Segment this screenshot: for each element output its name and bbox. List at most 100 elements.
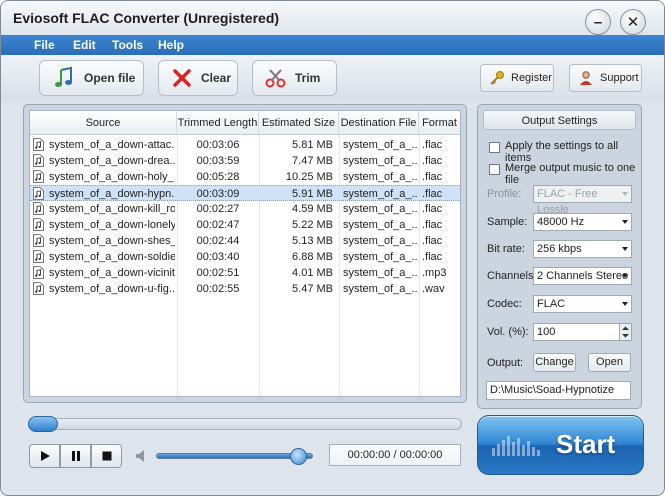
- play-button[interactable]: [29, 444, 60, 468]
- table-row[interactable]: system_of_a_down-kill_ro... 00:02:27 4.59 …: [30, 201, 460, 217]
- audio-file-icon: [33, 138, 44, 151]
- destination-cell: system_of_a_...: [343, 171, 417, 183]
- audio-file-icon: [33, 218, 44, 231]
- table-row[interactable]: system_of_a_down-hypn... 00:03:09 5.91 MB s…: [30, 185, 460, 201]
- column-destination-file[interactable]: Destination File: [339, 111, 419, 135]
- table-header: Source Trimmed Length Estimated Size Des…: [30, 111, 460, 135]
- length-cell: 00:03:06: [196, 139, 240, 151]
- format-cell: .flac: [422, 188, 443, 200]
- table-row[interactable]: system_of_a_down-soldie... 00:03:40 6.88 M…: [30, 249, 460, 265]
- file-table[interactable]: Source Trimmed Length Estimated Size Des…: [29, 110, 461, 397]
- merge-checkbox[interactable]: [489, 164, 500, 175]
- codec-select[interactable]: FLAC: [533, 295, 632, 313]
- format-cell: .flac: [422, 171, 443, 183]
- table-row[interactable]: system_of_a_down-shes_... 00:02:44 5.13 MB…: [30, 233, 460, 249]
- start-button[interactable]: Start: [477, 415, 644, 475]
- audio-file-icon: [33, 170, 44, 183]
- destination-cell: system_of_a_...: [343, 139, 417, 151]
- table-row[interactable]: system_of_a_down-drea... 00:03:59 7.47 MB s…: [30, 153, 460, 169]
- file-list-panel: Source Trimmed Length Estimated Size Des…: [23, 104, 467, 403]
- destination-cell: system_of_a_...: [343, 155, 417, 167]
- volume-slider[interactable]: [156, 448, 313, 465]
- size-cell: 6.88 MB: [292, 251, 333, 263]
- size-cell: 5.47 MB: [292, 283, 333, 295]
- format-cell: .flac: [422, 203, 443, 215]
- table-row[interactable]: system_of_a_down-holy_... 00:05:28 10.25 M…: [30, 169, 460, 185]
- audio-file-icon: [33, 234, 44, 247]
- play-icon: [40, 451, 50, 461]
- size-cell: 10.25 MB: [285, 171, 333, 183]
- length-cell: 00:02:27: [196, 203, 240, 215]
- length-cell: 00:03:09: [196, 188, 240, 200]
- window-title: Eviosoft FLAC Converter (Unregistered): [13, 10, 280, 26]
- source-cell: system_of_a_down-lonely...: [49, 219, 175, 231]
- menu-help[interactable]: Help: [158, 38, 184, 52]
- destination-cell: system_of_a_...: [343, 203, 417, 215]
- table-row[interactable]: system_of_a_down-attac... 00:03:06 5.81 MB…: [30, 137, 460, 153]
- clear-button[interactable]: Clear: [158, 60, 238, 96]
- size-cell: 5.22 MB: [292, 219, 333, 231]
- source-cell: system_of_a_down-drea...: [49, 155, 175, 167]
- size-cell: 5.81 MB: [292, 139, 333, 151]
- close-button[interactable]: ✕: [620, 9, 646, 35]
- source-cell: system_of_a_down-soldie...: [49, 251, 175, 263]
- trim-button[interactable]: Trim: [252, 60, 337, 96]
- length-cell: 00:02:51: [196, 267, 240, 279]
- app-window: Eviosoft FLAC Converter (Unregistered) –…: [0, 0, 665, 496]
- chevron-down-icon: [622, 302, 628, 306]
- table-row[interactable]: system_of_a_down-vicinit... 00:02:51 4.01 …: [30, 265, 460, 281]
- size-cell: 7.47 MB: [292, 155, 333, 167]
- destination-cell: system_of_a_...: [343, 283, 417, 295]
- format-cell: .flac: [422, 139, 443, 151]
- size-cell: 4.01 MB: [292, 267, 333, 279]
- menu-file[interactable]: File: [34, 38, 55, 52]
- register-button[interactable]: Register: [480, 64, 554, 92]
- source-cell: system_of_a_down-holy_...: [49, 171, 175, 183]
- audio-file-icon: [33, 250, 44, 263]
- source-cell: system_of_a_down-hypn...: [49, 188, 175, 200]
- stop-icon: [102, 451, 111, 461]
- length-cell: 00:02:44: [196, 235, 240, 247]
- open-output-button[interactable]: Open: [588, 353, 631, 372]
- sample-select[interactable]: 48000 Hz: [533, 213, 632, 231]
- output-settings-title: Output Settings: [483, 110, 636, 130]
- change-output-button[interactable]: Change: [533, 353, 576, 372]
- output-path-field[interactable]: D:\Music\Soad-Hypnotize: [486, 381, 631, 400]
- apply-all-checkbox[interactable]: [489, 142, 500, 153]
- menu-tools[interactable]: Tools: [112, 38, 143, 52]
- column-trimmed-length[interactable]: Trimmed Length: [177, 111, 259, 135]
- format-cell: .mp3: [422, 267, 447, 279]
- spin-arrows-icon[interactable]: [619, 324, 631, 340]
- title-bar: Eviosoft FLAC Converter (Unregistered) –…: [1, 1, 664, 35]
- length-cell: 00:03:59: [196, 155, 240, 167]
- red-x-icon: [173, 69, 191, 87]
- column-format[interactable]: Format: [419, 111, 460, 135]
- chevron-down-icon: [622, 220, 628, 224]
- speaker-icon[interactable]: [134, 448, 150, 464]
- column-source[interactable]: Source: [30, 111, 177, 135]
- format-cell: .flac: [422, 251, 443, 263]
- profile-select: FLAC - Free Lossle: [533, 185, 632, 216]
- pause-button[interactable]: [60, 444, 91, 468]
- format-cell: .flac: [422, 219, 443, 231]
- channels-select[interactable]: 2 Channels Stereo: [533, 267, 632, 285]
- table-row[interactable]: system_of_a_down-u-fig... 00:02:55 5.47 MB…: [30, 281, 460, 297]
- bitrate-select[interactable]: 256 kbps: [533, 240, 632, 258]
- volume-thumb[interactable]: [290, 448, 307, 465]
- support-button[interactable]: Support: [569, 64, 642, 92]
- bitrate-value: 256 kbps: [537, 243, 582, 255]
- destination-cell: system_of_a_...: [343, 188, 417, 200]
- menu-edit[interactable]: Edit: [73, 38, 96, 52]
- seek-thumb[interactable]: [28, 416, 58, 432]
- format-cell: .wav: [422, 283, 445, 295]
- column-estimated-size[interactable]: Estimated Size: [259, 111, 339, 135]
- register-label: Register: [511, 72, 552, 84]
- open-file-button[interactable]: Open file: [39, 60, 144, 96]
- apply-all-label: Apply the settings to all items: [505, 140, 619, 164]
- seek-slider[interactable]: [28, 416, 462, 432]
- table-row[interactable]: system_of_a_down-lonely... 00:02:47 5.22 M…: [30, 217, 460, 233]
- stop-button[interactable]: [91, 444, 122, 468]
- volume-stepper[interactable]: 100: [533, 323, 632, 341]
- minimize-button[interactable]: –: [585, 9, 611, 35]
- sample-value: 48000 Hz: [537, 216, 585, 228]
